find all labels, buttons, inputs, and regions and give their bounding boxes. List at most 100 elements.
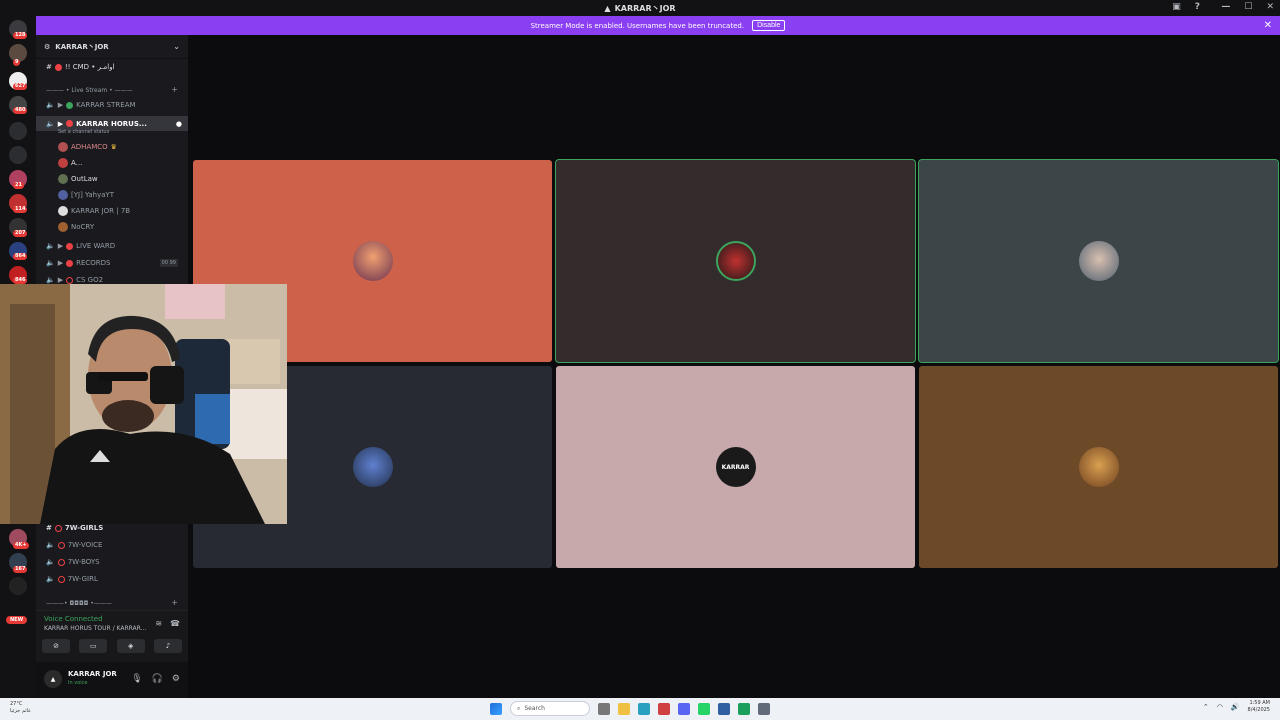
new-badge: NEW — [6, 616, 28, 624]
gear-icon[interactable]: ⚙ — [172, 674, 180, 684]
close-icon[interactable]: ✕ — [1266, 2, 1274, 12]
live-dot-icon — [54, 63, 62, 71]
clock[interactable]: 1:59 AM 8/4/2025 — [1248, 700, 1270, 714]
voice-member[interactable]: [YJ] YahyaYT — [36, 190, 188, 200]
channel-live-stream[interactable]: 🔈 ▶ KARRAR STREAM — [36, 101, 188, 109]
windows-start-icon[interactable] — [490, 702, 502, 715]
inbox-icon[interactable]: ▣ — [1172, 2, 1181, 12]
guild-header[interactable]: ⚙ KARRAR丶JOR ⌄ — [36, 35, 188, 59]
badge: 480 — [13, 107, 28, 114]
category-live-stream[interactable]: ——— • Live Stream • ——— — [46, 87, 133, 94]
disconnect-icon[interactable]: ☎ — [170, 619, 180, 628]
voice-icons: ≋ ☎ — [155, 619, 180, 628]
voice-channel-name[interactable]: KARRAR HORUS TOUR / KARRAR... — [44, 625, 168, 632]
signal-icon[interactable]: ≋ — [155, 619, 162, 628]
user-status: In voice — [68, 680, 88, 686]
activities-button[interactable]: ◈ — [116, 639, 145, 653]
participant-tile[interactable] — [555, 159, 916, 363]
chevron-up-icon[interactable]: ⌃ — [1203, 703, 1209, 711]
microphone-icon[interactable]: 🎙 — [131, 674, 142, 684]
voice-member[interactable]: KARRAR JOR | 7B — [36, 206, 188, 216]
folder-icon[interactable] — [9, 122, 27, 140]
taskbar-search[interactable]: ⌕ Search — [510, 701, 590, 716]
network-icon[interactable]: ◠ — [1217, 703, 1223, 711]
channel-7w-girls[interactable]: # 7W-GIRLS — [36, 524, 188, 532]
edge-icon[interactable] — [638, 702, 650, 715]
avatar — [58, 190, 68, 200]
soundboard-button[interactable]: ♪ — [153, 639, 182, 653]
badge: 114 — [13, 206, 28, 213]
channel-7w-girl[interactable]: 🔈 7W-GIRL — [36, 575, 188, 583]
discover-icon[interactable] — [9, 146, 27, 164]
play-icon: ▶ — [57, 276, 64, 284]
voice-member[interactable]: ADHAMCO ♛ — [36, 142, 188, 152]
live-dot-icon — [66, 120, 74, 127]
weather-widget[interactable]: 27°C غائم جزئيا — [10, 701, 31, 715]
badge: 4K+ — [13, 542, 29, 549]
maximize-icon[interactable]: ☐ — [1244, 2, 1252, 12]
volume-icon[interactable]: 🔊 — [1231, 703, 1240, 711]
disable-streamer-mode-button[interactable]: Disable — [752, 20, 786, 31]
ring-icon — [57, 541, 65, 549]
badge: 21 — [13, 182, 24, 189]
voice-member[interactable]: NoCRY — [36, 222, 188, 232]
participant-tile[interactable] — [919, 366, 1278, 568]
badge-home: 128 — [13, 32, 28, 39]
headphones-icon[interactable]: 🎧 — [152, 674, 163, 684]
app-icon[interactable] — [738, 702, 750, 715]
channel-records[interactable]: 🔈 ▶ RECORDS 00 99 — [36, 259, 188, 267]
avatar[interactable]: ▲ — [44, 670, 62, 688]
help-icon[interactable]: ? — [1195, 2, 1200, 12]
category-bottom[interactable]: ———• ◘◘◘◘ •——— — [46, 600, 112, 607]
camera-off-button[interactable]: ⊘ — [42, 639, 70, 653]
participant-tile[interactable] — [918, 159, 1279, 363]
voice-connection-panel: Voice Connected KARRAR HORUS TOUR / KARR… — [36, 610, 188, 662]
channel-7w-voice[interactable]: 🔈 7W-VOICE — [36, 541, 188, 549]
channel-status[interactable]: Set a channel status — [36, 129, 188, 135]
channel-csgo[interactable]: 🔈 ▶ CS GO2 — [36, 276, 188, 284]
avatar — [58, 222, 68, 232]
badge: 167 — [13, 566, 28, 573]
calculator-icon[interactable] — [718, 702, 730, 715]
chat-icon[interactable]: ● — [176, 120, 182, 128]
minimize-icon[interactable]: — — [1221, 2, 1230, 12]
badge: 9 — [13, 59, 21, 66]
channel-7w-boys[interactable]: 🔈 7W-BOYS — [36, 558, 188, 566]
add-channel-icon[interactable]: + — [171, 85, 178, 94]
user-name[interactable]: KARRAR JOR — [68, 670, 117, 678]
settings-icon[interactable] — [758, 702, 770, 715]
avatar — [715, 241, 756, 281]
ring-icon — [57, 558, 65, 566]
play-icon: ▶ — [57, 119, 64, 128]
ring-icon — [54, 524, 62, 532]
voice-action-buttons: ⊘ ▭ ◈ ♪ — [42, 639, 182, 653]
voice-member[interactable]: A... — [36, 158, 188, 168]
channel-cmd[interactable]: # !! CMD • اوامـر — [36, 63, 188, 71]
channel-live-ward[interactable]: 🔈 ▶ LIVE WARD — [36, 242, 188, 250]
avatar — [352, 241, 393, 281]
task-view-icon[interactable] — [598, 702, 610, 715]
window-controls: — ☐ ✕ — [1221, 2, 1274, 12]
screen-share-button[interactable]: ▭ — [79, 639, 108, 653]
close-banner-icon[interactable]: ✕ — [1264, 20, 1272, 31]
speaker-icon: 🔈 — [46, 259, 55, 267]
whatsapp-icon[interactable] — [698, 702, 710, 715]
badge: 846 — [13, 277, 28, 284]
window-titlebar: ▲ KARRAR丶JOR ▣ ? — ☐ ✕ — [0, 0, 1280, 16]
voice-status[interactable]: Voice Connected — [44, 615, 103, 623]
file-explorer-icon[interactable] — [618, 702, 630, 715]
speaker-icon: 🔈 — [46, 575, 55, 583]
voice-member[interactable]: OutLaw — [36, 174, 188, 184]
participant-tile[interactable]: KARRAR — [556, 366, 915, 568]
chrome-icon[interactable] — [658, 702, 670, 715]
user-panel: ▲ KARRAR JOR In voice 🎙 🎧 ⚙ — [36, 662, 188, 698]
server-icon[interactable] — [9, 577, 27, 595]
avatar — [58, 206, 68, 216]
badge: 207 — [13, 230, 28, 237]
chevron-down-icon[interactable]: ⌄ — [173, 42, 180, 51]
discord-icon[interactable] — [678, 702, 690, 715]
status-dot-icon — [66, 101, 74, 109]
avatar — [1078, 447, 1119, 487]
add-channel-icon[interactable]: + — [171, 598, 178, 607]
speaker-icon: 🔈 — [46, 276, 55, 284]
